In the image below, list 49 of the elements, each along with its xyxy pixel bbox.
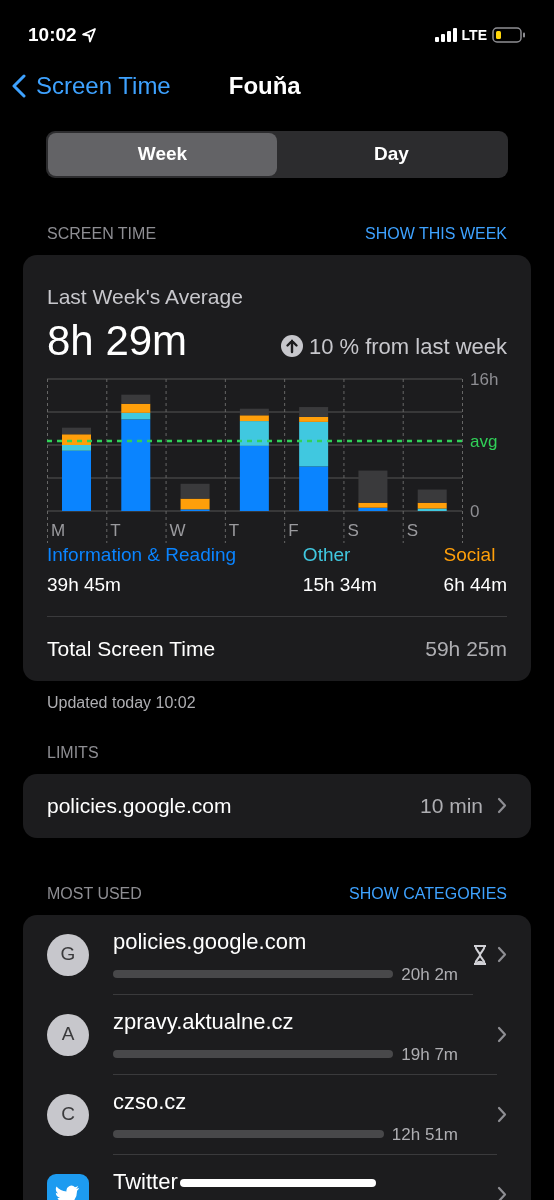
day-label: S	[347, 520, 359, 540]
app-row[interactable]: C czso.cz 12h 51m	[23, 1074, 531, 1155]
day-label: F	[288, 520, 299, 540]
show-categories-link[interactable]: SHOW CATEGORIES	[349, 881, 507, 906]
site-letter-icon: C	[47, 1093, 89, 1136]
app-row[interactable]: A zpravy.aktualne.cz 19h 7m	[23, 994, 531, 1075]
site-letter-icon: G	[47, 933, 89, 976]
site-letter-icon: A	[47, 1013, 89, 1056]
axis-label: 16h	[470, 369, 499, 389]
day-label: T	[110, 520, 121, 540]
app-name: czso.cz	[113, 1087, 187, 1116]
section-header: LIMITS	[46, 742, 100, 763]
average-title: Last Week's Average	[47, 284, 244, 310]
legend-label: Social	[443, 542, 497, 567]
page-title: Fouňa	[228, 71, 301, 101]
legend-label: Other	[302, 542, 352, 567]
axis-label: 0	[470, 501, 480, 521]
average-value: 8h 29m	[47, 315, 188, 366]
usage-time: 19h 7m	[401, 1043, 458, 1066]
app-name: Twitter	[113, 1167, 178, 1196]
section-header: SCREEN TIME	[47, 224, 157, 244]
legend-value: 6h 44m	[443, 573, 507, 597]
usage-time: 12h 51m	[391, 1123, 458, 1146]
average-label: avg	[470, 431, 498, 451]
limit-name: policies.google.com	[47, 792, 233, 819]
network-label: LTE	[461, 25, 487, 45]
legend-value: 39h 45m	[47, 573, 122, 597]
change-text: 10 % from last week	[308, 332, 507, 361]
app-row[interactable]: G policies.google.com 20h 2m	[23, 914, 531, 995]
show-this-week-link[interactable]: SHOW THIS WEEK	[365, 222, 507, 246]
updated-text: Updated today 10:02	[46, 692, 197, 713]
day-label: T	[228, 520, 240, 540]
day-label: W	[169, 520, 186, 540]
day-label: S	[406, 520, 419, 540]
day-label: M	[51, 520, 66, 540]
back-button[interactable]: Screen Time	[12, 68, 171, 104]
app-name: zpravy.aktualne.cz	[113, 1007, 294, 1036]
total-label: Total Screen Time	[47, 635, 216, 662]
segment-tab[interactable]: Day	[277, 133, 506, 176]
segment-tab[interactable]: Week	[48, 133, 277, 176]
usage-time: 20h 2m	[401, 963, 458, 986]
legend-value: 15h 34m	[302, 573, 377, 597]
limit-value: 10 min	[419, 792, 483, 819]
limit-row[interactable]: policies.google.com 10 min	[23, 773, 531, 838]
total-value: 59h 25m	[425, 635, 507, 662]
section-header: MOST USED	[47, 883, 142, 904]
legend-label: Information & Reading	[47, 542, 237, 567]
app-name: policies.google.com	[113, 927, 307, 956]
status-time: 10:02	[28, 22, 77, 47]
